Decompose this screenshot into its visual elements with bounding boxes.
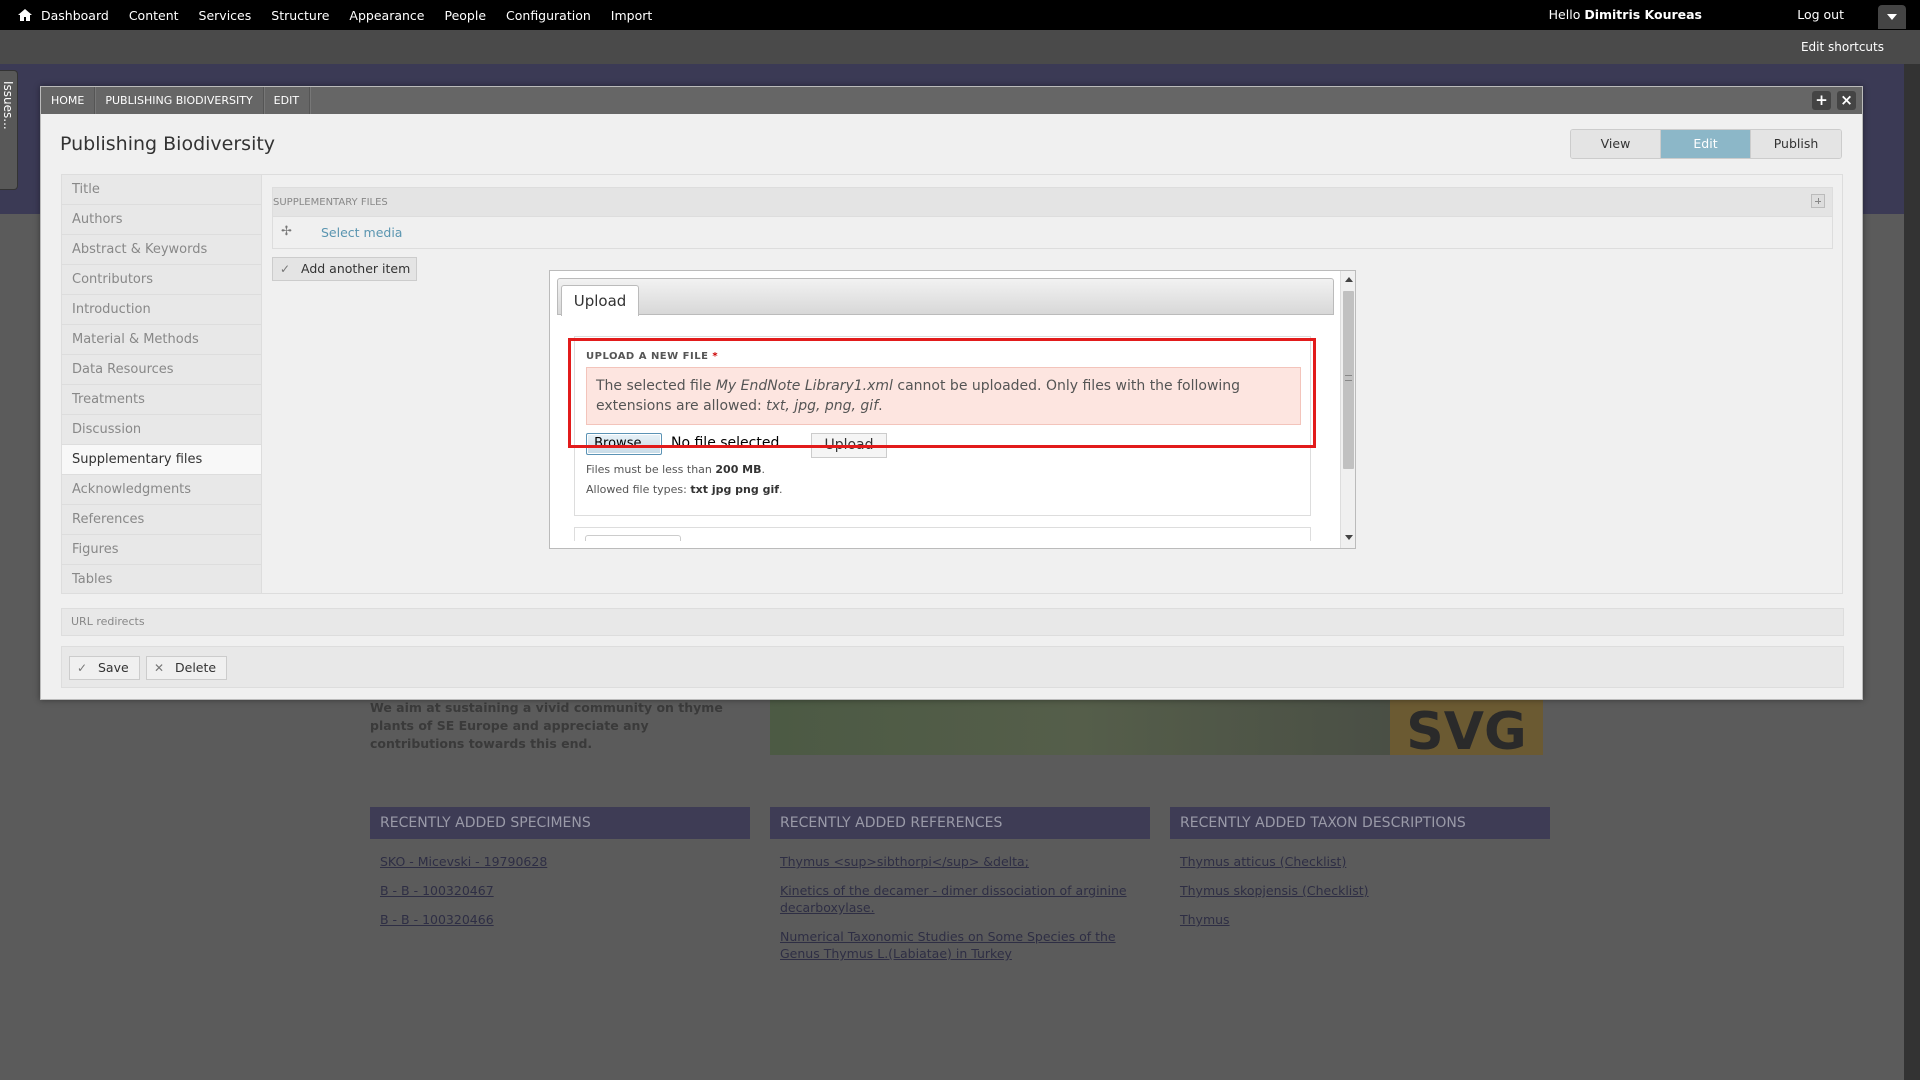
section-tab-data-resources[interactable]: Data Resources <box>61 354 262 384</box>
types-help-prefix: Allowed file types: <box>586 483 691 496</box>
add-shortcut-icon[interactable]: + <box>1812 91 1831 110</box>
view-tabs: View Edit Publish <box>1570 129 1842 159</box>
form-actions: ✓ Save ✕ Delete <box>61 646 1844 688</box>
hello-label: Hello <box>1548 7 1581 22</box>
recent-references-title: RECENTLY ADDED REFERENCES <box>770 807 1150 839</box>
recent-references-block: RECENTLY ADDED REFERENCES Thymus <sup>si… <box>770 807 1150 962</box>
issues-label: Issues... <box>1 81 15 130</box>
edit-shortcuts-link[interactable]: Edit shortcuts <box>1801 40 1884 54</box>
delete-label: Delete <box>175 660 217 675</box>
menu-structure[interactable]: Structure <box>271 8 329 23</box>
section-tabs: Title Authors Abstract & Keywords Contri… <box>61 174 262 594</box>
logout-link[interactable]: Log out <box>1797 0 1844 30</box>
delete-button[interactable]: ✕ Delete <box>146 656 227 680</box>
error-highlight-box <box>568 338 1316 448</box>
recent-specimens-block: RECENTLY ADDED SPECIMENS SKO - Micevski … <box>370 807 750 928</box>
dialog-scrollbar[interactable] <box>1340 271 1355 548</box>
url-redirects-section[interactable]: URL redirects <box>61 608 1844 636</box>
home-icon[interactable] <box>17 7 33 23</box>
recent-taxon-block: RECENTLY ADDED TAXON DESCRIPTIONS Thymus… <box>1170 807 1550 928</box>
supplementary-files-header: SUPPLEMENTARY FILES <box>273 188 1832 217</box>
size-help-end: . <box>761 463 766 476</box>
taxon-link[interactable]: Thymus <box>1180 911 1540 928</box>
section-tab-contributors[interactable]: Contributors <box>61 264 262 294</box>
taxon-link[interactable]: Thymus atticus (Checklist) <box>1180 853 1540 870</box>
admin-toolbar: Dashboard Content Services Structure App… <box>0 0 1920 30</box>
menu-dashboard[interactable]: Dashboard <box>41 8 109 23</box>
section-tab-treatments[interactable]: Treatments <box>61 384 262 414</box>
tab-publish[interactable]: Publish <box>1751 130 1841 158</box>
svg-logo: SVG <box>1390 699 1543 755</box>
menu-content[interactable]: Content <box>129 8 179 23</box>
save-label: Save <box>98 660 129 675</box>
allowed-types: txt jpg png gif <box>690 483 780 496</box>
section-tab-figures[interactable]: Figures <box>61 534 262 564</box>
tab-view[interactable]: View <box>1571 130 1661 158</box>
check-icon: ✓ <box>77 661 88 675</box>
taxon-link[interactable]: Thymus skopjensis (Checklist) <box>1180 882 1540 899</box>
reference-link[interactable]: Kinetics of the decamer - dimer dissocia… <box>780 882 1140 916</box>
site-intro-text: We aim at sustaining a vivid community o… <box>370 700 723 751</box>
expand-icon[interactable] <box>1811 194 1825 208</box>
section-tab-tables[interactable]: Tables <box>61 564 262 594</box>
overlay-titlebar: HOME PUBLISHING BIODIVERSITY EDIT + × <box>41 87 1862 114</box>
username[interactable]: Dimitris Koureas <box>1584 7 1702 22</box>
specimen-link[interactable]: B - B - 100320467 <box>380 882 740 899</box>
dialog-tabs: Upload <box>557 278 1334 316</box>
specimen-link[interactable]: SKO - Micevski - 19790628 <box>380 853 740 870</box>
add-another-item-button[interactable]: ✓ Add another item <box>272 257 417 281</box>
recent-taxon-title: RECENTLY ADDED TAXON DESCRIPTIONS <box>1170 807 1550 839</box>
scroll-up-icon[interactable] <box>1345 277 1353 282</box>
size-limit: 200 MB <box>715 463 762 476</box>
admin-menu: Dashboard Content Services Structure App… <box>41 0 672 30</box>
section-tab-acknowledgments[interactable]: Acknowledgments <box>61 474 262 504</box>
tab-upload[interactable]: Upload <box>561 285 639 316</box>
section-tab-references[interactable]: References <box>61 504 262 534</box>
menu-appearance[interactable]: Appearance <box>349 8 424 23</box>
close-icon: ✕ <box>154 661 165 675</box>
breadcrumb-home[interactable]: HOME <box>41 87 96 114</box>
next-fieldset <box>574 527 1311 541</box>
save-button[interactable]: ✓ Save <box>69 656 140 680</box>
drag-handle-icon[interactable]: ✢ <box>281 225 295 239</box>
user-greeting: Hello Dimitris Koureas <box>1549 0 1702 30</box>
section-tab-introduction[interactable]: Introduction <box>61 294 262 324</box>
section-tab-abstract[interactable]: Abstract & Keywords <box>61 234 262 264</box>
size-help: Files must be less than 200 MB. <box>586 463 765 476</box>
supplementary-files-table: SUPPLEMENTARY FILES ✢ Select media <box>272 187 1833 249</box>
scroll-down-icon[interactable] <box>1345 535 1353 540</box>
specimen-link[interactable]: B - B - 100320466 <box>380 911 740 928</box>
size-help-prefix: Files must be less than <box>586 463 716 476</box>
page-title: Publishing Biodiversity <box>60 133 276 155</box>
shortcuts-toggle-chevron-icon[interactable] <box>1878 5 1906 29</box>
breadcrumb-publishing-biodiversity[interactable]: PUBLISHING BIODIVERSITY <box>95 87 264 114</box>
next-fieldset-tab <box>585 535 681 541</box>
types-help: Allowed file types: txt jpg png gif. <box>586 483 783 496</box>
menu-import[interactable]: Import <box>611 8 653 23</box>
recent-specimens-title: RECENTLY ADDED SPECIMENS <box>370 807 750 839</box>
tab-edit[interactable]: Edit <box>1661 130 1751 158</box>
site-right-edge <box>1904 64 1920 1080</box>
scrollbar-grip-icon <box>1345 375 1352 381</box>
section-tab-authors[interactable]: Authors <box>61 204 262 234</box>
section-tab-discussion[interactable]: Discussion <box>61 414 262 444</box>
breadcrumb-edit[interactable]: EDIT <box>264 87 311 114</box>
menu-people[interactable]: People <box>444 8 486 23</box>
breadcrumb: HOME PUBLISHING BIODIVERSITY EDIT <box>41 87 311 114</box>
types-help-end: . <box>779 483 783 496</box>
reference-link[interactable]: Numerical Taxonomic Studies on Some Spec… <box>780 928 1140 962</box>
section-tab-supplementary-files[interactable]: Supplementary files <box>61 444 262 474</box>
menu-services[interactable]: Services <box>199 8 252 23</box>
close-icon[interactable]: × <box>1837 91 1856 110</box>
reference-link[interactable]: Thymus <sup>sibthorpi</sup> &delta; <box>780 853 1140 870</box>
select-media-link[interactable]: Select media <box>321 225 402 240</box>
shortcuts-bar: Edit shortcuts <box>0 30 1920 64</box>
check-icon: ✓ <box>280 262 291 276</box>
section-tab-title[interactable]: Title <box>61 174 262 204</box>
issues-tab[interactable]: Issues... <box>0 70 18 190</box>
add-another-label: Add another item <box>301 261 411 276</box>
section-tab-material-methods[interactable]: Material & Methods <box>61 324 262 354</box>
table-row: ✢ Select media <box>273 217 1832 248</box>
menu-configuration[interactable]: Configuration <box>506 8 591 23</box>
